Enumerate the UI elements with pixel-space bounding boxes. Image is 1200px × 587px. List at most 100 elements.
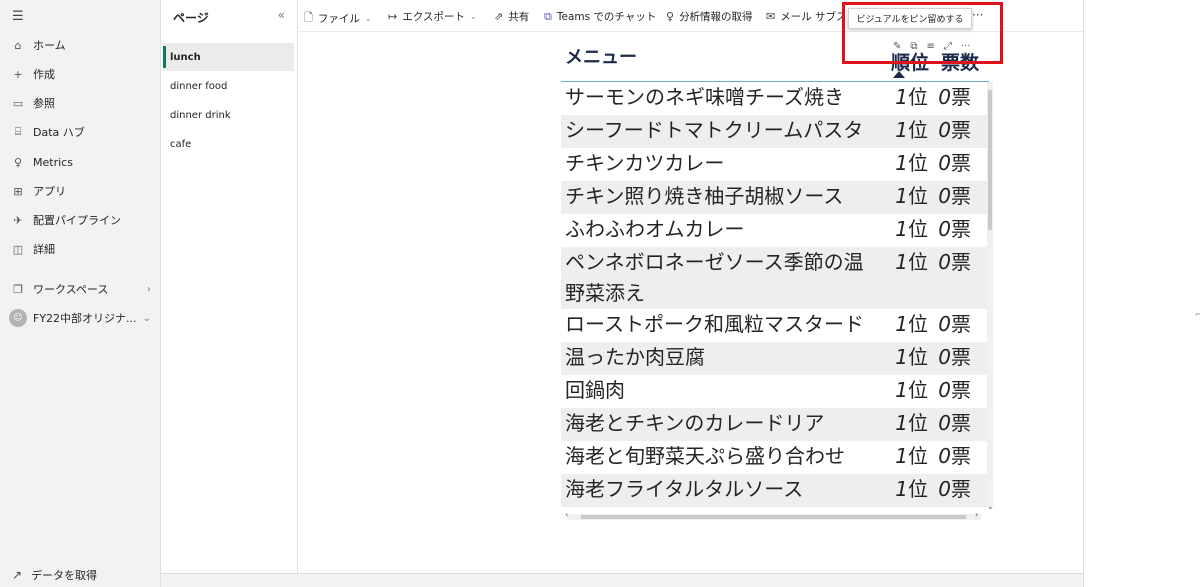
mail-icon: ✉ (766, 10, 776, 23)
rank-value: 1 (895, 184, 908, 208)
hamburger-icon[interactable]: ☰ (12, 9, 24, 24)
sort-ascending-icon[interactable] (893, 71, 905, 78)
collapse-icon[interactable]: « (278, 8, 285, 22)
vertical-scroll-thumb[interactable] (988, 90, 992, 230)
rank-unit: 位 (908, 378, 928, 402)
nav-label: 詳細 (33, 243, 55, 256)
teams-label: Teams でのチャット (556, 11, 657, 23)
nav-label: アプリ (33, 185, 66, 198)
table-row[interactable]: チキンカツカレー 1位 0票 (561, 148, 987, 181)
scroll-left-icon[interactable]: ‹ (565, 510, 568, 519)
page-tab-lunch[interactable]: lunch (163, 43, 294, 71)
menu-name-cell: ローストポーク和風粒マスタード (565, 312, 864, 336)
votes-value: 0 (938, 477, 951, 501)
page-tab-cafe[interactable]: cafe (163, 130, 294, 158)
rank-unit: 位 (908, 477, 928, 501)
votes-unit: 票 (951, 151, 971, 175)
table-row[interactable]: ペンネボロネーゼソース季節の温野菜添え 1位 0票 (561, 247, 987, 309)
share-button[interactable]: ⇗ 共有 (494, 9, 529, 24)
votes-unit: 票 (951, 184, 971, 208)
book-icon: ◫ (12, 242, 24, 256)
left-nav: ☰ ⌂ ホーム + 作成 ▭ 参照 ⌸ Data ハブ ♀ Metrics ⊞ … (0, 0, 161, 587)
votes-value: 0 (938, 444, 951, 468)
file-label: ファイル (317, 13, 360, 25)
teams-chat-button[interactable]: ⧉ Teams でのチャット (544, 9, 656, 24)
chevron-down-icon: ⌄ (364, 14, 372, 23)
page-tab-dinner-food[interactable]: dinner food (163, 72, 294, 100)
nav-label: 参照 (33, 97, 55, 110)
votes-cell: 0票 (928, 408, 987, 439)
rank-cell: 1位 (881, 408, 928, 439)
share-label: 共有 (508, 11, 530, 23)
menu-name-cell: 海老と旬野菜天ぷら盛り合わせ (565, 444, 845, 468)
rank-value: 1 (895, 411, 908, 435)
nav-label: Metrics (33, 155, 73, 169)
lightbulb-icon: ♀ (666, 10, 675, 23)
votes-value: 0 (938, 184, 951, 208)
rank-unit: 位 (908, 312, 928, 336)
votes-cell: 0票 (928, 309, 987, 340)
table-row[interactable]: シーフードトマトクリームパスタ 1位 0票 (561, 115, 987, 148)
nav-browse[interactable]: ▭ 参照 (0, 90, 161, 116)
subscribe-button[interactable]: ✉ メール サブス (766, 9, 847, 24)
table-body: サーモンのネギ味噌チーズ焼き 1位 0票 シーフードトマトクリームパスタ 1位 … (561, 82, 987, 507)
nav-home[interactable]: ⌂ ホーム (0, 32, 161, 58)
horizontal-scroll-thumb[interactable] (581, 515, 966, 519)
table-row[interactable]: 温ったか肉豆腐 1位 0票 (561, 342, 987, 375)
scroll-down-icon[interactable]: ⌄ (987, 502, 994, 511)
get-data-label: データを取得 (31, 569, 98, 582)
votes-cell: 0票 (928, 342, 987, 373)
rank-value: 1 (895, 118, 908, 142)
rank-cell: 1位 (881, 82, 928, 113)
nav-pipelines[interactable]: ✈ 配置パイプライン (0, 207, 161, 233)
votes-value: 0 (938, 118, 951, 142)
nav-data-hub[interactable]: ⌸ Data ハブ (0, 119, 161, 145)
menu-name-cell: ふわふわオムカレー (565, 217, 745, 241)
table-row[interactable]: 回鍋肉 1位 0票 (561, 375, 987, 408)
page-tab-dinner-drink[interactable]: dinner drink (163, 101, 294, 129)
votes-cell: 0票 (928, 441, 987, 472)
menu-name-cell: サーモンのネギ味噌チーズ焼き (565, 85, 844, 109)
rank-cell: 1位 (881, 474, 928, 505)
nav-learn[interactable]: ◫ 詳細 (0, 236, 161, 262)
nav-current-workspace[interactable]: ☺ FY22中部オリジナ... ⌄ (0, 305, 161, 331)
chevron-right-icon: › (147, 283, 151, 295)
table-row[interactable]: ローストポーク和風粒マスタード 1位 0票 (561, 309, 987, 342)
rank-cell: 1位 (881, 441, 928, 472)
right-margin (1083, 0, 1200, 587)
nav-workspaces[interactable]: ❐ ワークスペース › (0, 276, 161, 302)
menu-name-cell: 海老とチキンのカレードリア (565, 411, 825, 435)
table-row[interactable]: 海老フライタルタルソース 1位 0票 (561, 474, 987, 507)
votes-value: 0 (938, 411, 951, 435)
votes-value: 0 (938, 378, 951, 402)
table-row[interactable]: ふわふわオムカレー 1位 0票 (561, 214, 987, 247)
menu-name-cell: シーフードトマトクリームパスタ (565, 118, 864, 142)
nav-apps[interactable]: ⊞ アプリ (0, 178, 161, 204)
file-menu[interactable]: 🗋 ファイル ⌄ (304, 9, 372, 28)
nav-label: ホーム (33, 39, 66, 52)
get-data-button[interactable]: ↗ データを取得 (0, 565, 97, 585)
votes-unit: 票 (951, 118, 971, 142)
votes-unit: 票 (951, 477, 971, 501)
votes-unit: 票 (951, 411, 971, 435)
nav-label: 作成 (33, 68, 55, 81)
table-visual[interactable]: メニュー 順位 票数 ✎ ⧉ ≡ ⤢ ··· サーモンのネギ味噌チーズ焼き 1位… (561, 38, 997, 524)
table-row[interactable]: チキン照り焼き柚子胡椒ソース 1位 0票 (561, 181, 987, 214)
menu-name-cell: 海老フライタルタルソース (565, 477, 804, 501)
rank-cell: 1位 (881, 342, 928, 373)
scroll-right-icon[interactable]: › (975, 510, 978, 519)
table-row[interactable]: 海老とチキンのカレードリア 1位 0票 (561, 408, 987, 441)
rank-unit: 位 (908, 411, 928, 435)
votes-cell: 0票 (928, 214, 987, 245)
export-menu[interactable]: ↦ エクスポート ⌄ (388, 9, 477, 24)
subscribe-label: メール サブス (780, 11, 847, 23)
insights-button[interactable]: ♀ 分析情報の取得 (666, 9, 753, 24)
nav-create[interactable]: + 作成 (0, 61, 161, 87)
table-row[interactable]: 海老と旬野菜天ぷら盛り合わせ 1位 0票 (561, 441, 987, 474)
folder-icon: ▭ (12, 96, 24, 110)
menu-name-cell: ペンネボロネーゼソース季節の温野菜添え (565, 250, 864, 305)
menu-name-cell: チキン照り焼き柚子胡椒ソース (565, 184, 844, 208)
nav-metrics[interactable]: ♀ Metrics (0, 149, 161, 175)
table-row[interactable]: サーモンのネギ味噌チーズ焼き 1位 0票 (561, 82, 987, 115)
data-hub-icon: ⌸ (14, 125, 22, 138)
